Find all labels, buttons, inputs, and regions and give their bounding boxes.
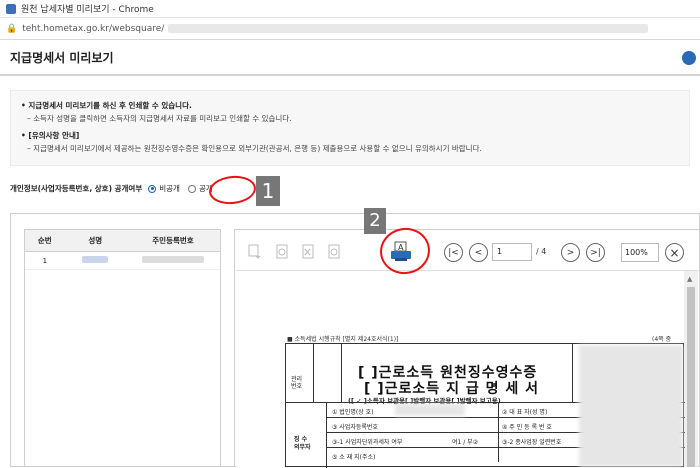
zoom-select[interactable]: 100%: [621, 243, 659, 262]
close-viewer-button[interactable]: ×: [665, 243, 684, 262]
page-header: 지급명세서 미리보기: [0, 40, 700, 76]
address-bar[interactable]: 🔒 teht.hometax.go.kr/websquare/: [0, 18, 700, 40]
radio-private[interactable]: 비공개: [148, 183, 180, 194]
field-address: ⑤ 소 재 지(주소): [332, 454, 376, 461]
notice-box: • 지급명세서 미리보기를 하신 후 인쇄할 수 있습니다. – 소득자 성명을…: [10, 90, 690, 166]
list-header: 순번 성명 주민등록번호: [25, 230, 220, 252]
field-unit-tax: ③-1 사업자단위과세자 여부: [332, 439, 403, 446]
info-icon[interactable]: [682, 51, 696, 65]
list-row[interactable]: 1: [25, 252, 220, 270]
annotation-circle-1: [207, 173, 258, 207]
window-titlebar: 원천 납세자별 미리보기 - Chrome: [0, 0, 700, 18]
col-no: 순번: [37, 236, 52, 245]
hwp-export-icon[interactable]: [326, 243, 344, 261]
taxpayer-list: 순번 성명 주민등록번호 1: [24, 229, 221, 467]
page-title: 지급명세서 미리보기: [10, 50, 114, 65]
window-title: 원천 납세자별 미리보기 - Chrome: [21, 5, 154, 15]
annotation-badge-2: 2: [364, 208, 386, 234]
scroll-up-icon[interactable]: ▲: [687, 275, 692, 283]
save-icon[interactable]: [246, 243, 264, 261]
privacy-label: 개인정보(사업자등록번호, 상호) 공개여부: [10, 184, 143, 193]
col-rrn: 주민등록번호: [152, 236, 194, 245]
annotation-badge-1: 1: [256, 176, 280, 206]
form-line: [326, 402, 327, 468]
form-line: [313, 344, 314, 402]
page-total: / 4: [536, 247, 547, 256]
radio-private-dot[interactable]: [148, 184, 157, 193]
form-top-label: ■ 소득세법 시행규칙 [별지 제24호서식(1)]: [287, 336, 399, 343]
first-page-button[interactable]: |<: [444, 243, 463, 262]
next-page-button[interactable]: >: [561, 243, 580, 262]
field-yes-no: 여1 / 부②: [452, 439, 479, 446]
url-text[interactable]: teht.hometax.go.kr/websquare/: [22, 24, 164, 34]
field-rrn: ④ 주 민 등 록 번 호: [502, 424, 552, 431]
app-icon: [6, 3, 16, 14]
notice-line-4: – 지급명세서 미리보기에서 제공하는 원천징수영수증은 확인용으로 외부기관(…: [27, 144, 482, 153]
row-name-link[interactable]: [65, 256, 126, 265]
form-line: [498, 402, 499, 462]
last-page-button[interactable]: >|: [586, 243, 605, 262]
notice-line-2: – 소득자 성명을 클릭하면 소득자의 지급명세서 자료를 미리보고 인쇄할 수…: [27, 114, 292, 123]
redacted-field: [395, 404, 465, 416]
page-number-input[interactable]: 1: [492, 243, 532, 261]
radio-public-dot[interactable]: [187, 184, 196, 193]
form-page-no: (4쪽 중: [652, 336, 672, 343]
viewer-scrollbar[interactable]: ▲: [684, 271, 698, 467]
url-redacted: [168, 24, 649, 33]
redacted-area: [579, 345, 683, 467]
form-withholder-label: 징 수 의무자: [294, 436, 311, 451]
form-line: [341, 344, 342, 402]
prev-page-button[interactable]: <: [469, 243, 488, 262]
field-branch-no: ③-2 종사업장 일련번호: [502, 439, 562, 446]
row-no: 1: [42, 256, 48, 265]
form-mgmt-label: 관리 번호: [291, 376, 303, 390]
privacy-option-row: 개인정보(사업자등록번호, 상호) 공개여부 비공개 공개: [10, 183, 221, 194]
lock-icon: 🔒: [6, 23, 18, 34]
scroll-thumb[interactable]: [687, 287, 695, 467]
notice-line-1: • 지급명세서 미리보기를 하신 후 인쇄할 수 있습니다.: [21, 101, 192, 110]
excel-export-icon[interactable]: [300, 243, 318, 261]
field-company: ① 법인명(상 호): [332, 409, 374, 416]
pdf-export-icon[interactable]: [274, 243, 292, 261]
field-bizno: ③ 사업자등록번호: [332, 424, 378, 431]
col-name: 성명: [88, 236, 103, 245]
field-representative: ② 대 표 자(성 명): [502, 409, 548, 416]
row-rrn: [126, 256, 220, 265]
notice-line-3: • [유의사항 안내]: [21, 131, 80, 140]
form-line: [572, 344, 573, 402]
